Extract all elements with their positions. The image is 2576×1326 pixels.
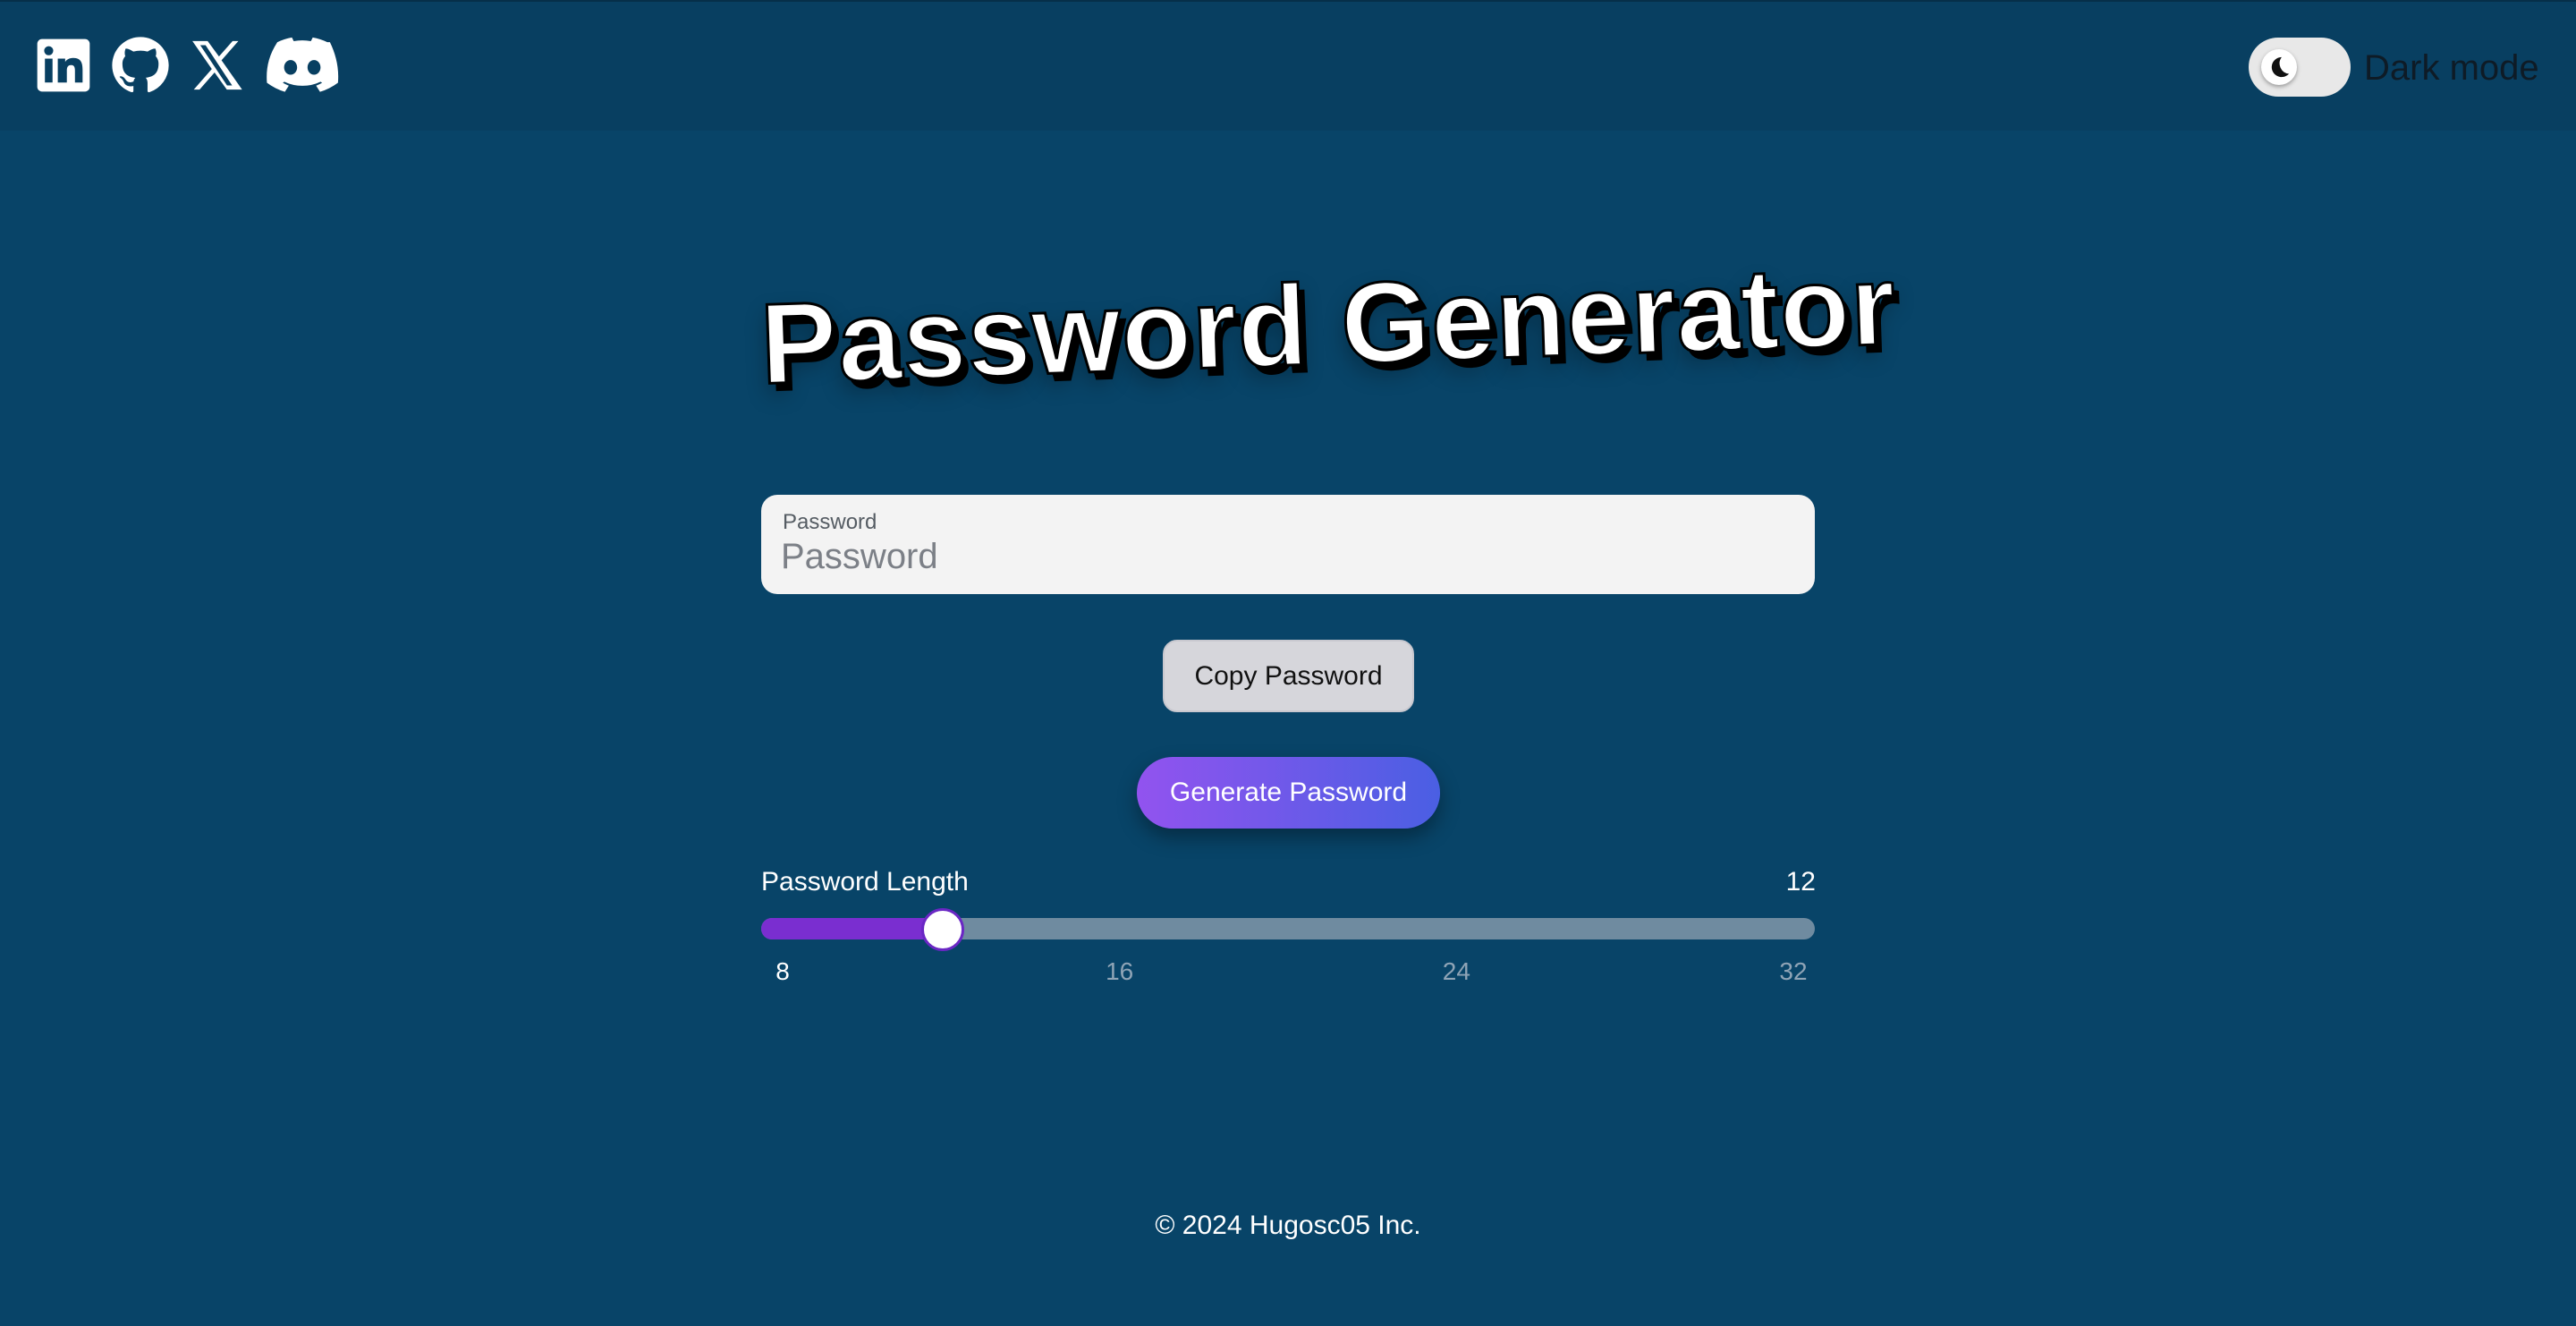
password-field-label: Password (783, 510, 877, 534)
password-length-value: 12 (1785, 867, 1816, 897)
moon-icon (2271, 56, 2290, 78)
password-field[interactable]: Password (761, 495, 1815, 594)
slider-tick-label: 32 (1779, 957, 1808, 985)
dark-mode-toggle[interactable] (2249, 38, 2351, 97)
discord-icon (267, 37, 339, 92)
slider-tick-label: 8 (775, 957, 790, 985)
copy-password-button[interactable]: Copy Password (1163, 640, 1414, 712)
slider-tick-label: 24 (1442, 957, 1470, 985)
top-bar: Dark mode (0, 0, 2576, 131)
slider-tick-label: 16 (1106, 957, 1134, 985)
discord-link[interactable] (265, 36, 340, 95)
linkedin-icon (37, 38, 90, 92)
social-links (34, 36, 340, 95)
slider-thumb[interactable] (920, 908, 964, 951)
slider-fill (761, 918, 942, 939)
password-length-label: Password Length (761, 867, 969, 897)
x-icon (192, 40, 242, 90)
x-link[interactable] (188, 36, 247, 95)
dark-mode-label: Dark mode (2364, 48, 2539, 88)
footer-copyright: © 2024 Hugosc05 Inc. (1155, 1211, 1421, 1240)
page-title: Password Generator (757, 240, 1899, 410)
generate-password-button[interactable]: Generate Password (1137, 757, 1440, 829)
toggle-knob (2261, 49, 2297, 85)
github-link[interactable] (111, 36, 170, 95)
github-icon (112, 37, 169, 93)
password-input[interactable] (781, 534, 1783, 579)
password-length-slider[interactable] (761, 908, 1815, 951)
linkedin-link[interactable] (34, 36, 93, 95)
